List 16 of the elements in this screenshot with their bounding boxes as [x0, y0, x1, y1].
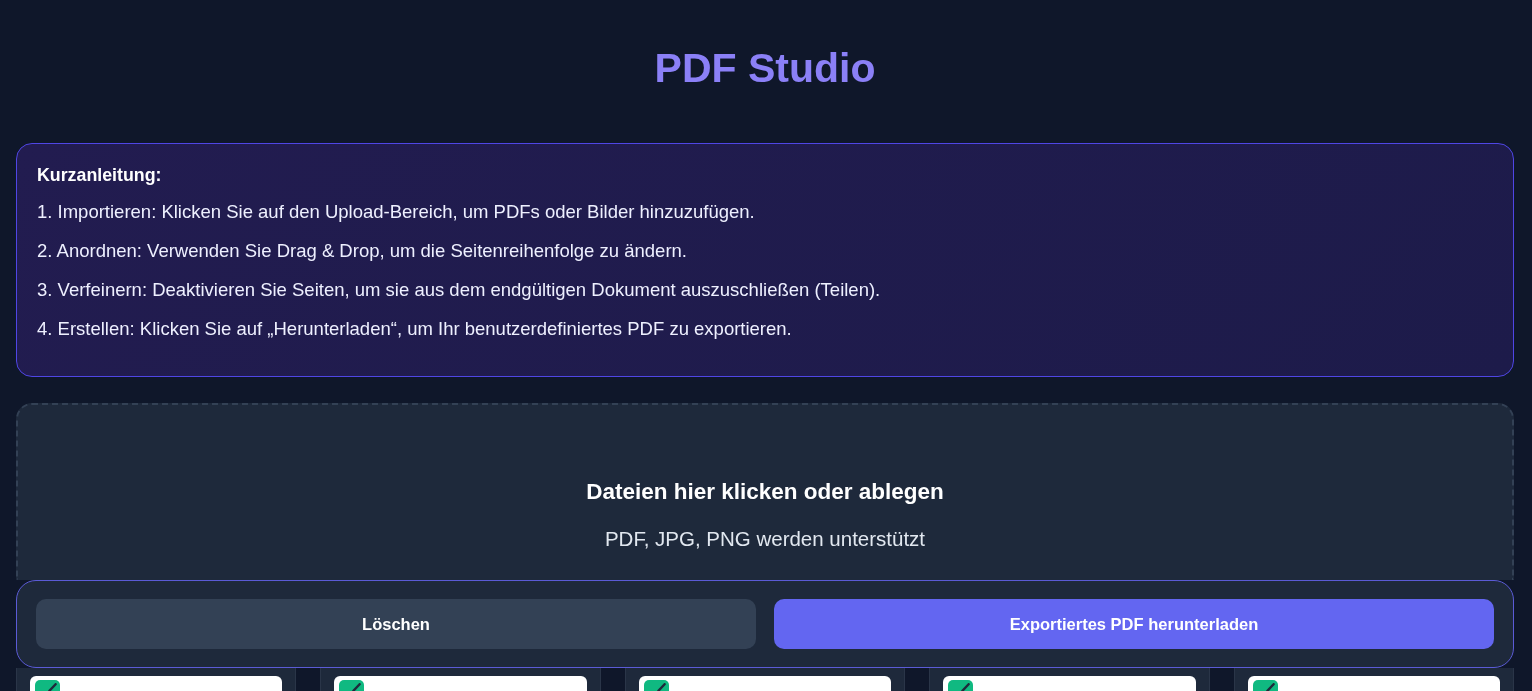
- upload-dropzone[interactable]: Dateien hier klicken oder ablegen PDF, JPG, PNG werden unterstützt: [16, 403, 1514, 580]
- clear-button[interactable]: Löschen: [36, 599, 756, 649]
- dropzone-title: Dateien hier klicken oder ablegen: [586, 478, 944, 506]
- guide-step: 4. Erstellen: Klicken Sie auf „Herunterladen“, um Ihr benutzerdefiniertes PDF zu exportieren.: [37, 316, 792, 342]
- dropzone-hint: PDF, JPG, PNG werden unterstützt: [604, 527, 926, 551]
- check-icon: [656, 683, 666, 691]
- guide-heading: Kurzanleitung:: [37, 164, 162, 186]
- check-icon: [961, 683, 971, 691]
- app-title: PDF Studio: [654, 44, 876, 92]
- download-button[interactable]: Exportiertes PDF herunterladen: [774, 599, 1494, 649]
- check-icon: [352, 683, 362, 691]
- check-icon: [1265, 683, 1275, 691]
- check-icon: [48, 683, 57, 691]
- guide-step: 2. Anordnen: Verwenden Sie Drag & Drop, um die Seitenreihenfolge zu ändern.: [37, 238, 687, 264]
- guide-step: 3. Verfeinern: Deaktivieren Sie Seiten, um sie aus dem endgültigen Dokument auszuschließen (Teilen).: [37, 277, 881, 303]
- guide-step: 1. Importieren: Klicken Sie auf den Upload-Bereich, um PDFs oder Bilder hinzuzufügen.: [37, 199, 755, 225]
